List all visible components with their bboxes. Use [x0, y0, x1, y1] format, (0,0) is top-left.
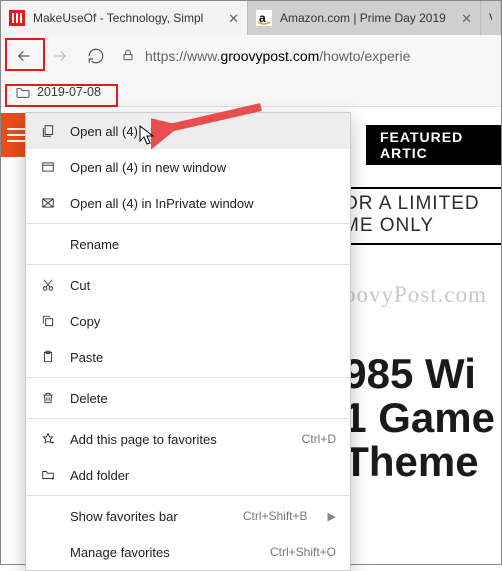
menu-shortcut: Ctrl+D: [302, 432, 336, 446]
menu-label: Paste: [70, 350, 336, 365]
tab-title: Amazon.com | Prime Day 2019: [280, 11, 453, 25]
menu-item[interactable]: Cut: [26, 267, 350, 303]
folder-plus-icon: [40, 467, 56, 483]
tab-2[interactable]: a Amazon.com | Prime Day 2019 ✕: [248, 1, 481, 35]
menu-label: Cut: [70, 278, 336, 293]
menu-item[interactable]: Add folder: [26, 457, 350, 493]
tab-3[interactable]: V: [481, 1, 501, 35]
menu-item[interactable]: Show favorites bar Ctrl+Shift+B ▶: [26, 498, 350, 534]
menu-item[interactable]: Rename: [26, 226, 350, 262]
cut-icon: [40, 277, 56, 293]
menu-item[interactable]: Delete: [26, 380, 350, 416]
menu-label: Open all (4) in InPrivate window: [70, 196, 336, 211]
menu-item[interactable]: Open all (4) in InPrivate window: [26, 185, 350, 221]
address-bar[interactable]: https://www.groovypost.com/howto/experie: [121, 48, 489, 65]
menu-item[interactable]: Add this page to favorites Ctrl+D: [26, 421, 350, 457]
close-icon[interactable]: ✕: [461, 12, 472, 25]
inprivate-icon: [40, 195, 56, 211]
menu-separator: [26, 377, 350, 378]
folder-icon: [15, 85, 31, 99]
menu-item[interactable]: Open all (4) in new window: [26, 149, 350, 185]
forward-button[interactable]: [49, 47, 71, 65]
close-icon[interactable]: ✕: [228, 12, 239, 25]
paste-icon: [40, 349, 56, 365]
headline: 985 Wi 1 Game Theme: [343, 352, 495, 484]
window-icon: [40, 159, 56, 175]
delete-icon: [40, 390, 56, 406]
tab-1[interactable]: MakeUseOf - Technology, Simpl ✕: [1, 1, 248, 35]
featured-label: FEATURED ARTIC: [366, 125, 501, 165]
menu-label: Show favorites bar: [70, 509, 229, 524]
tab-strip: MakeUseOf - Technology, Simpl ✕ a Amazon…: [1, 1, 501, 35]
menu-label: Rename: [70, 237, 336, 252]
menu-label: Manage favorites: [70, 545, 256, 560]
copy-icon: [40, 313, 56, 329]
lock-icon: [121, 48, 135, 65]
blank-icon: [40, 544, 56, 560]
chevron-right-icon: ▶: [328, 510, 336, 523]
menu-label: Delete: [70, 391, 336, 406]
menu-item[interactable]: Copy: [26, 303, 350, 339]
menu-item[interactable]: Paste: [26, 339, 350, 375]
favorites-folder[interactable]: 2019-07-08: [9, 83, 107, 101]
amazon-favicon: a: [256, 10, 272, 26]
menu-label: Open all (4) in new window: [70, 160, 336, 175]
toolbar: https://www.groovypost.com/howto/experie: [1, 35, 501, 77]
context-menu: Open all (4) Open all (4) in new window Op…: [25, 112, 351, 571]
blank-icon: [40, 508, 56, 524]
promo-line: OR A LIMITED: [343, 193, 499, 215]
folder-label: 2019-07-08: [37, 85, 101, 99]
refresh-button[interactable]: [85, 47, 107, 65]
promo-line: ME ONLY: [343, 215, 499, 237]
menu-separator: [26, 223, 350, 224]
menu-label: Open all (4): [70, 124, 336, 139]
promo-box: OR A LIMITED ME ONLY: [341, 187, 501, 245]
stack-icon: [40, 123, 56, 139]
menu-label: Add this page to favorites: [70, 432, 288, 447]
star-plus-icon: [40, 431, 56, 447]
menu-label: Add folder: [70, 468, 336, 483]
menu-shortcut: Ctrl+Shift+B: [243, 509, 308, 523]
menu-separator: [26, 264, 350, 265]
tab-title: MakeUseOf - Technology, Simpl: [33, 11, 220, 25]
favorites-bar: 2019-07-08: [1, 77, 501, 107]
menu-separator: [26, 495, 350, 496]
hamburger-icon: [7, 128, 25, 142]
blank-icon: [40, 236, 56, 252]
url-text: https://www.groovypost.com/howto/experie: [145, 48, 410, 64]
menu-separator: [26, 418, 350, 419]
muo-favicon: [9, 10, 25, 26]
menu-shortcut: Ctrl+Shift+O: [270, 545, 336, 559]
back-button[interactable]: [13, 47, 35, 65]
tab-title: V: [489, 11, 492, 25]
menu-item[interactable]: Open all (4): [26, 113, 350, 149]
menu-label: Copy: [70, 314, 336, 329]
